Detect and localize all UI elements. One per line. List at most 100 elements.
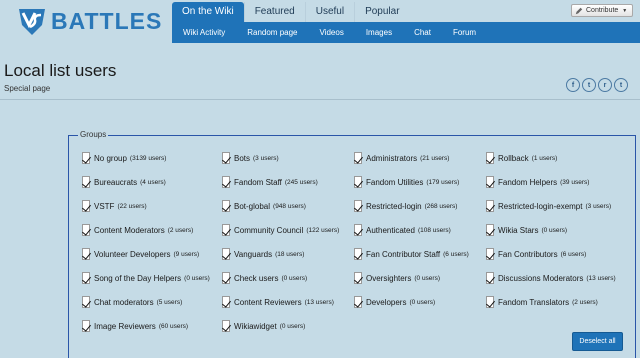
group-checkbox[interactable] bbox=[486, 176, 494, 188]
tab-on-the-wiki[interactable]: On the Wiki bbox=[172, 2, 244, 22]
group-checkbox[interactable] bbox=[486, 272, 494, 284]
tumblr-icon[interactable]: t bbox=[614, 78, 628, 92]
group-option[interactable]: Content Reviewers (13 users) bbox=[222, 293, 334, 311]
header-divider bbox=[0, 99, 640, 100]
group-option[interactable]: No group (3139 users) bbox=[82, 149, 166, 167]
nav-tabs: On the Wiki Featured Useful Popular bbox=[172, 2, 410, 22]
groups-legend: Groups bbox=[78, 130, 109, 139]
tab-useful[interactable]: Useful bbox=[304, 2, 354, 22]
group-name: Oversighters bbox=[366, 273, 412, 283]
facebook-icon[interactable]: f bbox=[566, 78, 580, 92]
nav-link-forum[interactable]: Forum bbox=[442, 28, 487, 37]
group-user-count: (22 users) bbox=[117, 202, 147, 210]
group-checkbox[interactable] bbox=[82, 152, 90, 164]
group-option[interactable]: Fandom Helpers (39 users) bbox=[486, 173, 589, 191]
group-user-count: (179 users) bbox=[426, 178, 460, 186]
group-option[interactable]: Community Council (122 users) bbox=[222, 221, 339, 239]
nav-link-videos[interactable]: Videos bbox=[309, 28, 355, 37]
group-checkbox[interactable] bbox=[354, 224, 362, 236]
deselect-all-button[interactable]: Deselect all bbox=[572, 332, 623, 351]
group-option[interactable]: Administrators (21 users) bbox=[354, 149, 449, 167]
reddit-icon[interactable]: r bbox=[598, 78, 612, 92]
group-checkbox[interactable] bbox=[486, 200, 494, 212]
nav-link-images[interactable]: Images bbox=[355, 28, 403, 37]
group-checkbox[interactable] bbox=[82, 296, 90, 308]
group-option[interactable]: Wikia Stars (0 users) bbox=[486, 221, 567, 239]
nav-link-chat[interactable]: Chat bbox=[403, 28, 442, 37]
group-option[interactable]: Developers (0 users) bbox=[354, 293, 435, 311]
group-name: Song of the Day Helpers bbox=[94, 273, 182, 283]
group-option[interactable]: Wikiawidget (0 users) bbox=[222, 317, 305, 335]
group-option[interactable]: Rollback (1 users) bbox=[486, 149, 557, 167]
group-checkbox[interactable] bbox=[354, 152, 362, 164]
group-option[interactable]: Volunteer Developers (9 users) bbox=[82, 245, 199, 263]
group-checkbox[interactable] bbox=[222, 176, 230, 188]
twitter-icon[interactable]: t bbox=[582, 78, 596, 92]
group-checkbox[interactable] bbox=[354, 296, 362, 308]
group-option[interactable]: Fan Contributor Staff (6 users) bbox=[354, 245, 469, 263]
nav-link-random-page[interactable]: Random page bbox=[236, 28, 308, 37]
group-checkbox[interactable] bbox=[222, 248, 230, 260]
group-checkbox[interactable] bbox=[82, 200, 90, 212]
group-option[interactable]: Bots (3 users) bbox=[222, 149, 279, 167]
group-checkbox[interactable] bbox=[354, 176, 362, 188]
group-checkbox[interactable] bbox=[222, 200, 230, 212]
group-checkbox[interactable] bbox=[82, 224, 90, 236]
group-option[interactable]: Content Moderators (2 users) bbox=[82, 221, 193, 239]
group-option[interactable]: VSTF (22 users) bbox=[82, 197, 147, 215]
nav-subbar: Wiki Activity Random page Videos Images … bbox=[172, 22, 640, 43]
tab-popular[interactable]: Popular bbox=[354, 2, 409, 22]
group-checkbox[interactable] bbox=[82, 176, 90, 188]
contribute-button[interactable]: Contribute ▼ bbox=[571, 4, 633, 17]
group-option[interactable]: Chat moderators (5 users) bbox=[82, 293, 182, 311]
group-option[interactable]: Fan Contributors (6 users) bbox=[486, 245, 586, 263]
group-option[interactable]: Image Reviewers (60 users) bbox=[82, 317, 188, 335]
group-checkbox[interactable] bbox=[222, 320, 230, 332]
group-option[interactable]: Bureaucrats (4 users) bbox=[82, 173, 166, 191]
group-option[interactable]: Authenticated (108 users) bbox=[354, 221, 451, 239]
group-name: Check users bbox=[234, 273, 279, 283]
group-checkbox[interactable] bbox=[486, 296, 494, 308]
group-name: Image Reviewers bbox=[94, 321, 156, 331]
group-name: Fandom Translators bbox=[498, 297, 570, 307]
group-option[interactable]: Oversighters (0 users) bbox=[354, 269, 440, 287]
group-checkbox[interactable] bbox=[222, 224, 230, 236]
group-checkbox[interactable] bbox=[354, 272, 362, 284]
group-checkbox[interactable] bbox=[222, 272, 230, 284]
group-checkbox[interactable] bbox=[486, 224, 494, 236]
group-option[interactable]: Check users (0 users) bbox=[222, 269, 307, 287]
pencil-icon bbox=[575, 7, 583, 14]
group-user-count: (0 users) bbox=[184, 274, 210, 282]
group-checkbox[interactable] bbox=[82, 272, 90, 284]
group-name: VSTF bbox=[94, 201, 115, 211]
wiki-name: BATTLES bbox=[51, 7, 163, 34]
group-checkbox[interactable] bbox=[354, 248, 362, 260]
group-user-count: (9 users) bbox=[173, 250, 200, 258]
nav-link-wiki-activity[interactable]: Wiki Activity bbox=[172, 28, 236, 37]
group-checkbox[interactable] bbox=[222, 152, 230, 164]
group-checkbox[interactable] bbox=[82, 320, 90, 332]
tab-featured[interactable]: Featured bbox=[243, 2, 305, 22]
chevron-down-icon: ▼ bbox=[622, 7, 628, 14]
group-name: Fan Contributor Staff bbox=[366, 249, 441, 259]
group-checkbox[interactable] bbox=[486, 152, 494, 164]
group-option[interactable]: Fandom Utilities (179 users) bbox=[354, 173, 459, 191]
group-checkbox[interactable] bbox=[486, 248, 494, 260]
group-checkbox[interactable] bbox=[82, 248, 90, 260]
group-option[interactable]: Fandom Staff (245 users) bbox=[222, 173, 318, 191]
group-checkbox[interactable] bbox=[354, 200, 362, 212]
group-option[interactable]: Fandom Translators (2 users) bbox=[486, 293, 598, 311]
group-option[interactable]: Restricted-login-exempt (3 users) bbox=[486, 197, 611, 215]
group-option[interactable]: Vanguards (18 users) bbox=[222, 245, 304, 263]
group-name: Developers bbox=[366, 297, 407, 307]
group-name: Community Council bbox=[234, 225, 304, 235]
group-option[interactable]: Bot-global (948 users) bbox=[222, 197, 306, 215]
group-option[interactable]: Discussions Moderators (13 users) bbox=[486, 269, 616, 287]
group-option[interactable]: Song of the Day Helpers (0 users) bbox=[82, 269, 210, 287]
group-checkbox[interactable] bbox=[222, 296, 230, 308]
group-user-count: (0 users) bbox=[414, 274, 441, 282]
page-title: Local list users bbox=[4, 61, 117, 80]
group-name: Discussions Moderators bbox=[498, 273, 584, 283]
wiki-logo[interactable]: BATTLES bbox=[16, 4, 162, 38]
group-option[interactable]: Restricted-login (268 users) bbox=[354, 197, 457, 215]
